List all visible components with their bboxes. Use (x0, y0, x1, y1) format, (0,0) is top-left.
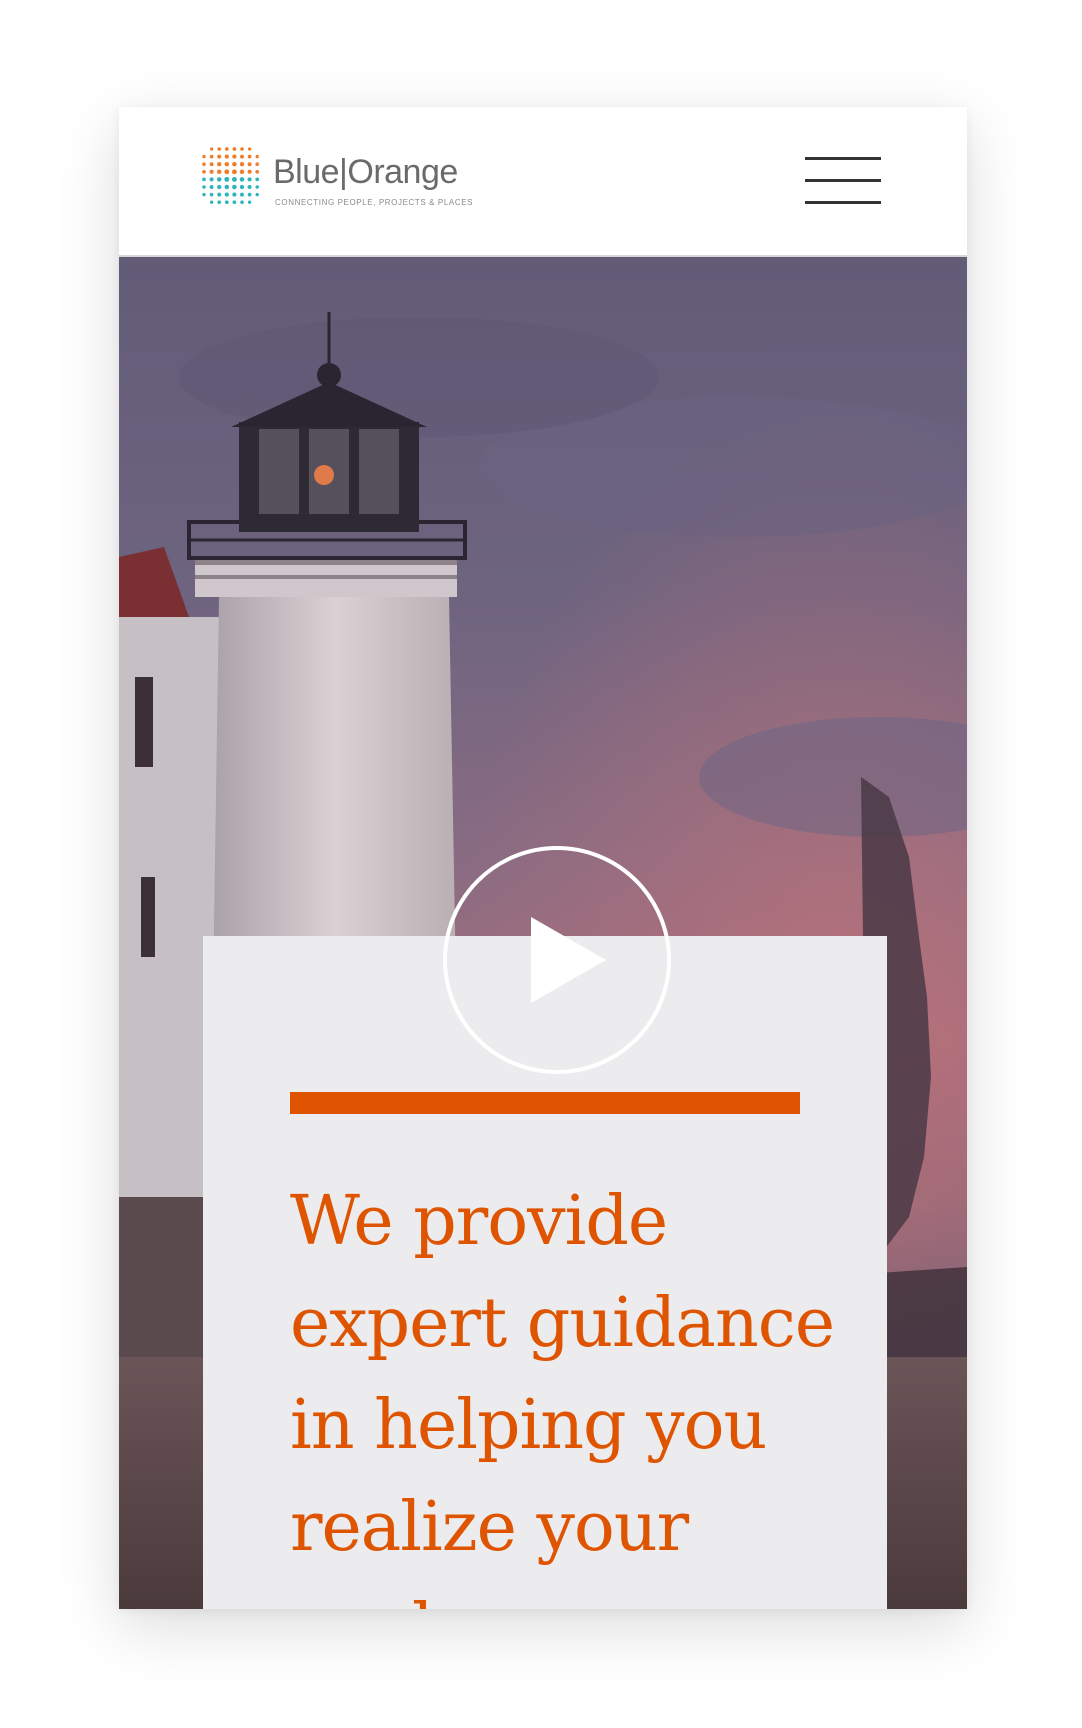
screen: Blue|Orange CONNECTING PEOPLE, PROJECTS … (0, 0, 1082, 1728)
logo-dot (231, 176, 237, 182)
menu-line (805, 157, 881, 160)
brand-tagline: CONNECTING PEOPLE, PROJECTS & PLACES (275, 198, 474, 207)
logo-dot (239, 162, 245, 167)
logo-dot (255, 169, 260, 174)
logo-dot (217, 162, 222, 167)
logo-dot (239, 184, 245, 190)
logo-dot (247, 177, 252, 182)
logo-dot (224, 192, 229, 197)
logo-dot (202, 192, 206, 197)
logo-dot (216, 177, 222, 182)
logo-dot (224, 154, 229, 159)
logo-dot (240, 200, 244, 204)
logo-dot (247, 192, 252, 197)
logo-dot (209, 169, 214, 174)
logo-dot (255, 177, 260, 182)
logo-dot (255, 185, 259, 189)
logo-dot (209, 185, 214, 189)
logo-dot (255, 192, 259, 197)
logo-dot (247, 200, 252, 204)
menu-line (805, 179, 881, 182)
logo-dot (217, 184, 222, 190)
logo-dot (247, 185, 252, 189)
logo-dot (232, 184, 237, 190)
brand-wordmark: Blue|Orange (273, 153, 458, 191)
logo-dot (231, 169, 237, 175)
logo-dot (240, 147, 244, 151)
logo-dot (224, 161, 230, 167)
logo-dot (209, 162, 214, 167)
logo-dot (209, 147, 214, 151)
logo-dot (232, 200, 237, 205)
logo-dot (209, 200, 214, 204)
logo-dot (247, 147, 252, 151)
logo-dot (255, 154, 259, 159)
logo-dot (217, 200, 221, 204)
logo-dot (239, 177, 245, 182)
logo-dot (216, 169, 222, 175)
logo-dot (217, 154, 222, 159)
logo-dot (224, 169, 230, 175)
logo-dot (209, 177, 214, 182)
logo-dot (255, 162, 259, 166)
logo-dot (217, 147, 221, 151)
logo-dot (247, 169, 252, 174)
logo-dot (202, 162, 206, 166)
brand-logo[interactable]: Blue|Orange CONNECTING PEOPLE, PROJECTS … (200, 145, 474, 215)
logo-dot (224, 200, 229, 205)
accent-bar (290, 1092, 800, 1114)
site-header: Blue|Orange CONNECTING PEOPLE, PROJECTS … (119, 107, 967, 257)
logo-dot (209, 154, 214, 159)
logo-dot (217, 192, 222, 197)
logo-dot (247, 154, 252, 159)
logo-dot (202, 169, 206, 174)
logo-dot (209, 192, 214, 197)
logo-dot (232, 147, 237, 151)
logo-dot (240, 192, 244, 197)
logo-dot (232, 192, 237, 197)
logo-dot (224, 184, 230, 190)
hamburger-menu-icon[interactable] (805, 157, 883, 207)
hero-headline: We provide expert guidance in helping yo… (290, 1182, 835, 1609)
logo-dot (202, 177, 206, 182)
logo-dot (232, 154, 237, 159)
logo-dot (202, 154, 206, 159)
dot-grid-logo-icon (202, 147, 260, 205)
mobile-viewport: Blue|Orange CONNECTING PEOPLE, PROJECTS … (119, 107, 967, 1609)
logo-dot (247, 162, 252, 167)
logo-dot (224, 147, 229, 151)
logo-dot (240, 154, 244, 159)
logo-dot (202, 185, 206, 189)
hero-section: We provide expert guidance in helping yo… (119, 257, 967, 1609)
logo-dot (232, 161, 237, 167)
logo-dot (224, 176, 230, 182)
play-icon[interactable] (441, 844, 673, 1076)
menu-line (805, 201, 881, 204)
logo-dot (239, 169, 245, 175)
